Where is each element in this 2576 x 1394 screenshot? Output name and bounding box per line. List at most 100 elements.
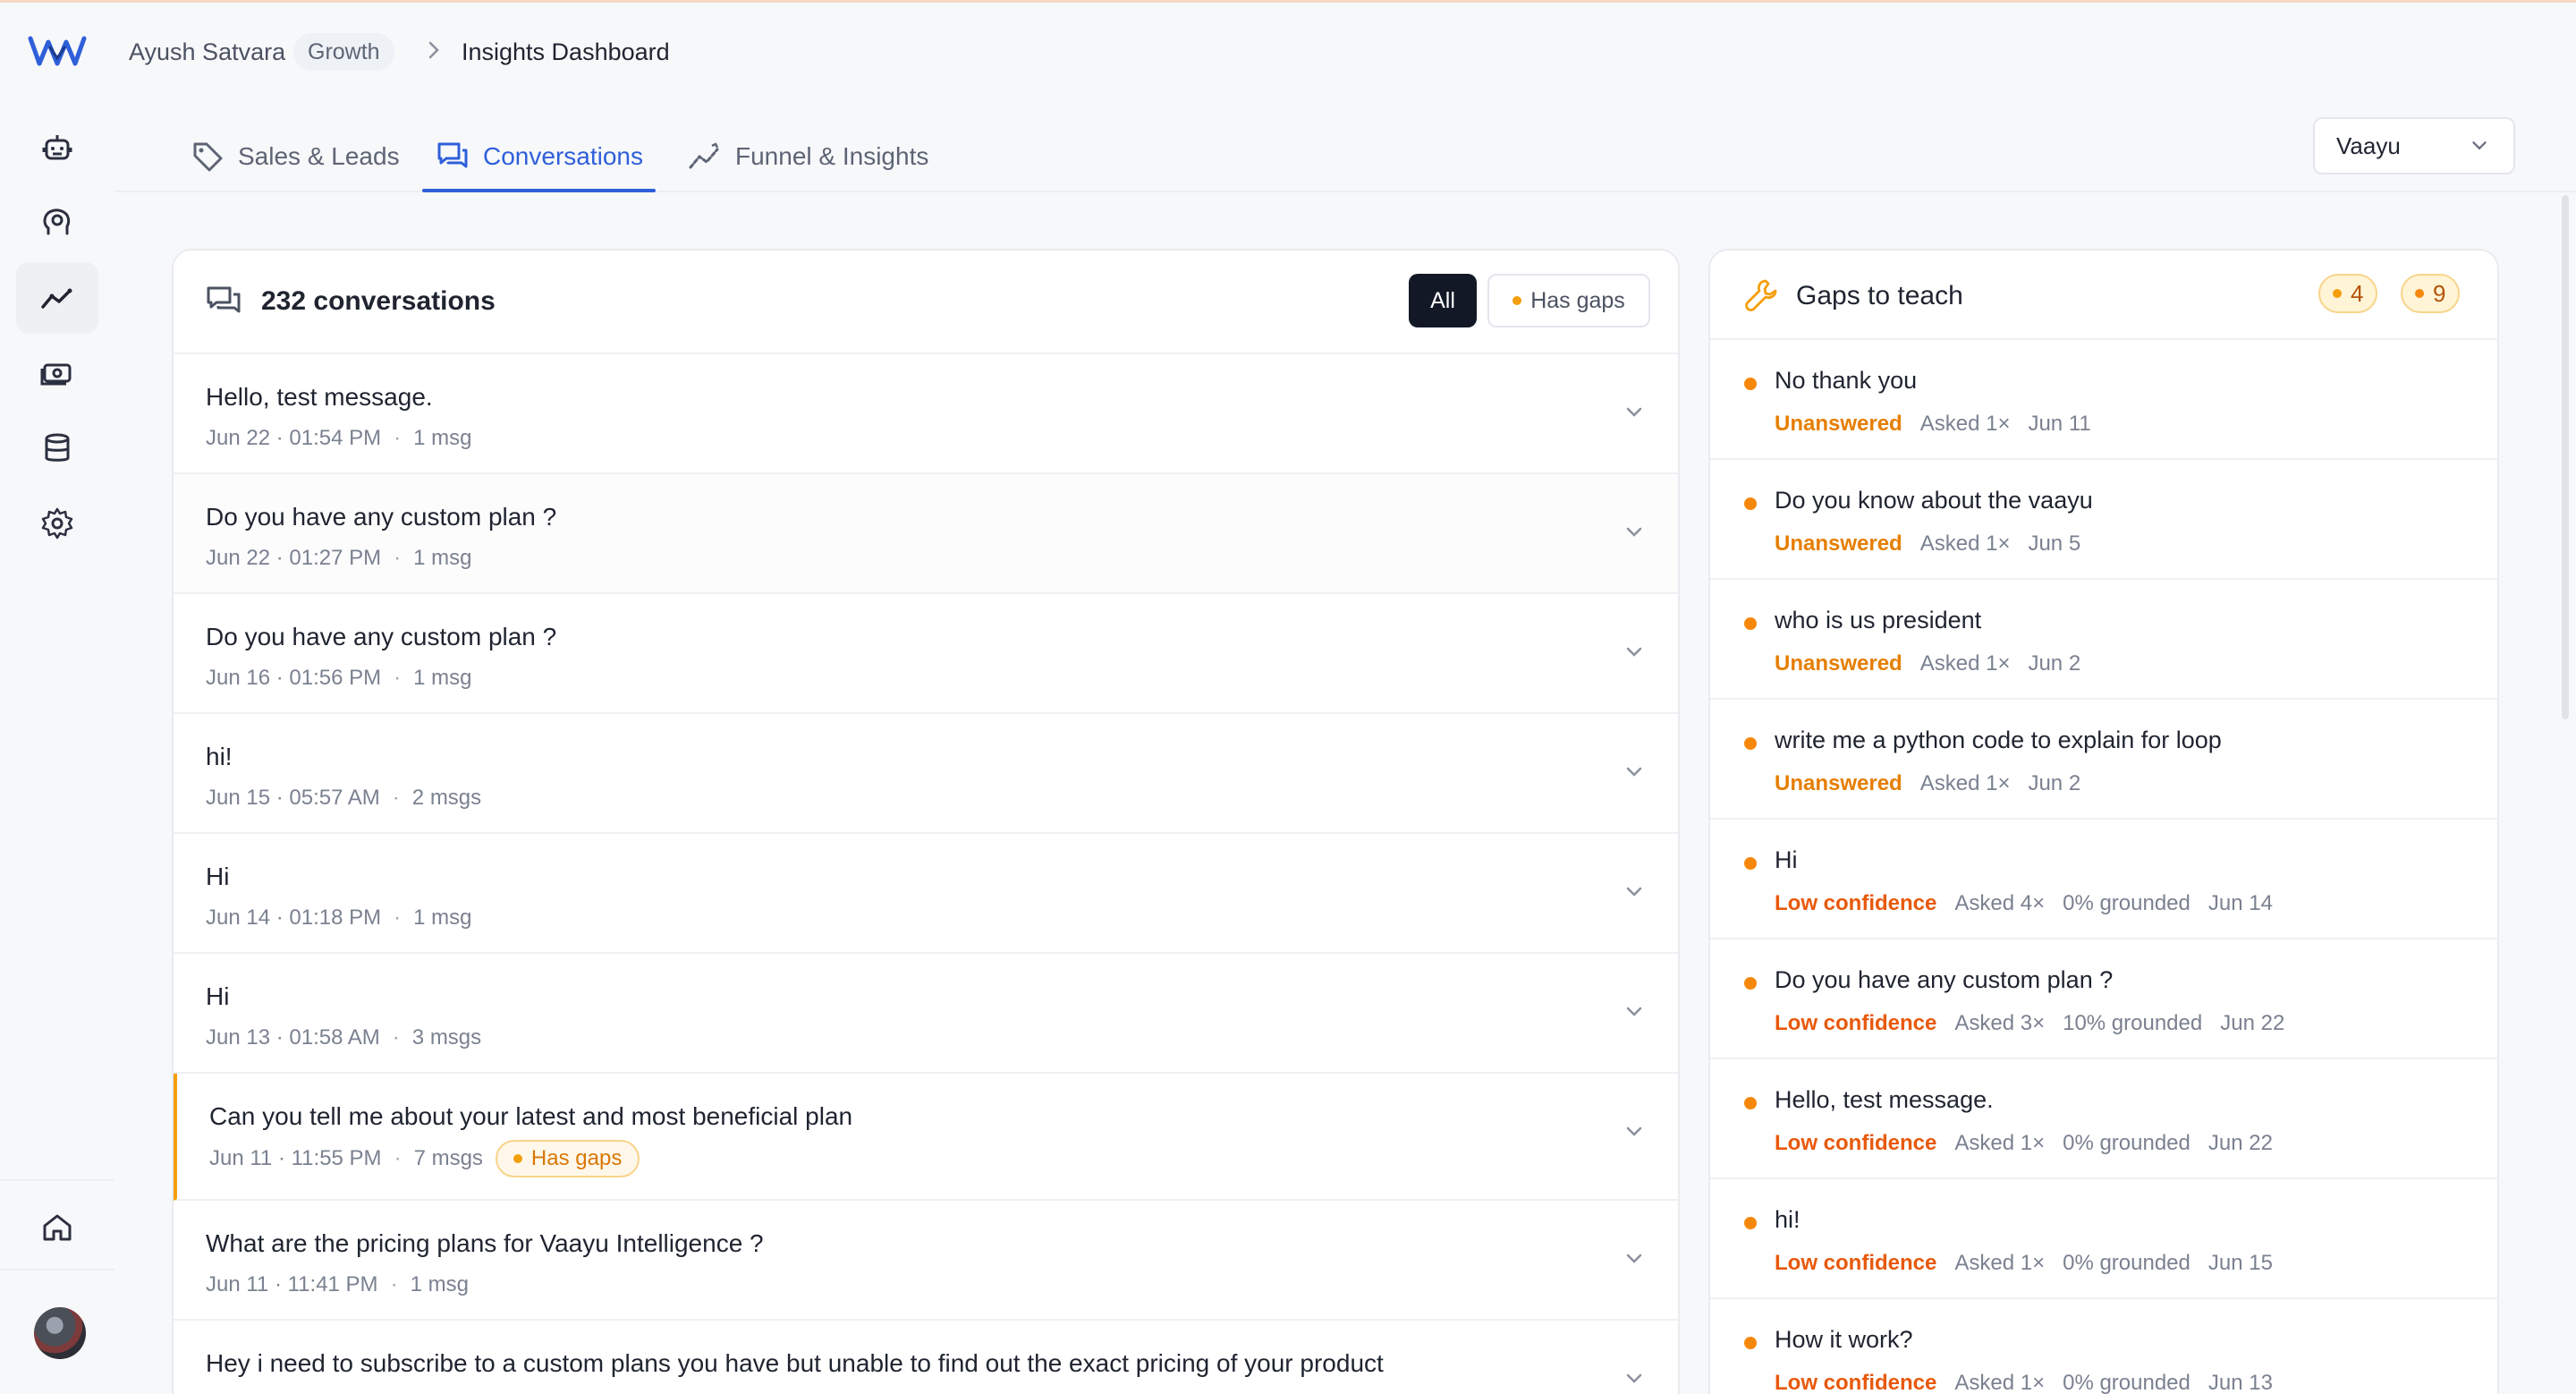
gap-item[interactable]: Hi Low confidence Asked 4× 0% grounded Jun … <box>1710 820 2497 939</box>
gap-item[interactable]: who is us president Unanswered Asked 1× Ju… <box>1710 580 2497 700</box>
conversation-title: Do you have any custom plan ? <box>206 503 557 531</box>
sidebar <box>0 3 114 1394</box>
warning-dot-icon <box>513 1154 522 1163</box>
breadcrumb: Ayush Satvara Growth Insights Dashboard <box>114 3 2576 101</box>
bot-selector-value: Vaayu <box>2336 132 2401 159</box>
conversation-row[interactable]: Hi Jun 13 · 01:58 AM · 3 msgs <box>174 954 1678 1074</box>
gap-status-dot <box>1744 497 1757 510</box>
conversations-header: 232 conversations All Has gaps <box>174 251 1678 354</box>
chevron-down-icon[interactable] <box>1621 519 1648 546</box>
gaps-header: Gaps to teach 4 9 <box>1710 251 2497 340</box>
gap-item[interactable]: No thank you Unanswered Asked 1× Jun 11 <box>1710 340 2497 460</box>
gap-item[interactable]: write me a python code to explain for lo… <box>1710 700 2497 820</box>
chevron-right-icon <box>428 41 439 59</box>
sidebar-divider <box>0 1179 114 1181</box>
page-scrollbar[interactable] <box>2562 195 2569 719</box>
conversation-row[interactable]: Hi Jun 14 · 01:18 PM · 1 msg <box>174 834 1678 954</box>
gap-status: Low confidence <box>1775 1371 1937 1394</box>
conversation-row[interactable]: Do you have any custom plan ? Jun 16 · 0… <box>174 594 1678 714</box>
chevron-down-icon[interactable] <box>1621 999 1648 1025</box>
breadcrumb-user[interactable]: Ayush Satvara <box>129 38 285 66</box>
tab-funnel-insights[interactable]: Funnel & Insights <box>674 123 941 191</box>
gap-status: Unanswered <box>1775 531 1902 556</box>
gap-grounded: 0% grounded <box>2063 1371 2190 1394</box>
gap-asked: Asked 1× <box>1954 1371 2046 1394</box>
bot-selector[interactable]: Vaayu <box>2313 117 2515 174</box>
gap-question: Hi <box>1775 846 1798 873</box>
tag-icon <box>193 142 223 172</box>
gap-date: Jun 2 <box>2028 651 2081 676</box>
chevron-down-icon[interactable] <box>1621 1365 1648 1392</box>
nav-training[interactable] <box>16 187 98 259</box>
gap-item[interactable]: hi! Low confidence Asked 1× 0% grounded Jun… <box>1710 1179 2497 1299</box>
tab-sales-leads[interactable]: Sales & Leads <box>177 123 412 191</box>
trend-icon <box>689 142 719 169</box>
conversation-title: Hi <box>206 982 230 1010</box>
nav-agent[interactable] <box>16 112 98 183</box>
nav-billing[interactable] <box>16 337 98 409</box>
gap-item[interactable]: How it work? Low confidence Asked 1× 0% gr… <box>1710 1299 2497 1394</box>
user-avatar[interactable] <box>34 1307 86 1359</box>
warning-dot-icon <box>2333 289 2342 298</box>
gap-date: Jun 11 <box>2028 412 2091 436</box>
gap-date: Jun 15 <box>2207 1251 2273 1275</box>
gap-item[interactable]: Do you have any custom plan ? Low confid… <box>1710 939 2497 1059</box>
tab-label: Funnel & Insights <box>735 142 929 170</box>
chevron-down-icon[interactable] <box>1621 879 1648 905</box>
chevron-down-icon[interactable] <box>1621 1118 1648 1145</box>
filter-has-gaps-button[interactable]: Has gaps <box>1487 274 1650 327</box>
conversation-msg-count: 1 msg <box>413 666 472 690</box>
low-confidence-count: 9 <box>2433 279 2446 307</box>
conversation-row[interactable]: Do you have any custom plan ? Jun 22 · 0… <box>174 474 1678 594</box>
unanswered-count-badge: 4 <box>2318 274 2378 313</box>
conversation-row[interactable]: hi! Jun 15 · 05:57 AM · 2 msgs <box>174 714 1678 834</box>
conversation-title: Hi <box>206 863 230 890</box>
gap-status: Unanswered <box>1775 771 1902 795</box>
robot-icon <box>42 135 72 160</box>
gap-status-dot <box>1744 617 1757 630</box>
conversations-panel: 232 conversations All Has gaps Hello, te… <box>172 249 1680 1394</box>
tab-label: Conversations <box>483 142 643 170</box>
chevron-down-icon[interactable] <box>1621 759 1648 786</box>
gap-date: Jun 22 <box>2207 1131 2273 1155</box>
gap-status: Low confidence <box>1775 891 1937 915</box>
conversation-msg-count: 2 msgs <box>411 786 482 810</box>
gap-item[interactable]: Do you know about the vaayu Unanswered As… <box>1710 460 2497 580</box>
gap-status: Low confidence <box>1775 1011 1937 1035</box>
conversation-time: Jun 16 · 01:56 PM <box>206 666 382 690</box>
gap-grounded: 0% grounded <box>2063 1251 2190 1275</box>
conversation-title: Can you tell me about your latest and mo… <box>209 1102 853 1130</box>
conversation-title: What are the pricing plans for Vaayu Int… <box>206 1229 764 1257</box>
conversation-row-flagged[interactable]: Can you tell me about your latest and mo… <box>174 1074 1678 1201</box>
tab-conversations[interactable]: Conversations <box>422 123 656 192</box>
brain-icon <box>43 208 71 235</box>
chevron-down-icon[interactable] <box>1621 399 1648 426</box>
logo-icon[interactable] <box>27 30 88 72</box>
filter-has-gaps-label: Has gaps <box>1530 287 1625 313</box>
conversation-title: hi! <box>206 743 233 770</box>
conversation-row[interactable]: Hello, test message. Jun 22 · 01:54 PM · 1… <box>174 354 1678 474</box>
nav-data[interactable] <box>16 412 98 484</box>
nav-home[interactable] <box>16 1192 98 1263</box>
gap-status-dot <box>1744 977 1757 990</box>
gap-status-dot <box>1744 378 1757 390</box>
chevron-down-icon[interactable] <box>1621 1245 1648 1272</box>
gap-status-dot <box>1744 1337 1757 1349</box>
conversation-msg-count: 7 msgs <box>413 1146 483 1170</box>
nav-settings[interactable] <box>16 488 98 559</box>
database-icon <box>45 433 70 462</box>
gap-date: Jun 22 <box>2220 1011 2285 1035</box>
gap-item[interactable]: Hello, test message. Low confidence Asked… <box>1710 1059 2497 1179</box>
filter-all-button[interactable]: All <box>1409 274 1477 327</box>
gap-status: Low confidence <box>1775 1131 1937 1155</box>
cash-icon <box>40 363 72 386</box>
chevron-down-icon[interactable] <box>1621 639 1648 666</box>
conversation-time: Jun 13 · 01:58 AM <box>206 1025 380 1050</box>
gap-question: Do you know about the vaayu <box>1775 487 2093 514</box>
page-title: Insights Dashboard <box>462 38 670 65</box>
nav-insights[interactable] <box>16 262 98 334</box>
tab-bar: Sales & Leads Conversations Funnel & Ins… <box>114 101 2576 192</box>
conversation-row[interactable]: What are the pricing plans for Vaayu Int… <box>174 1201 1678 1321</box>
gap-question: hi! <box>1775 1206 1801 1233</box>
conversation-row[interactable]: Hey i need to subscribe to a custom plan… <box>174 1321 1678 1394</box>
